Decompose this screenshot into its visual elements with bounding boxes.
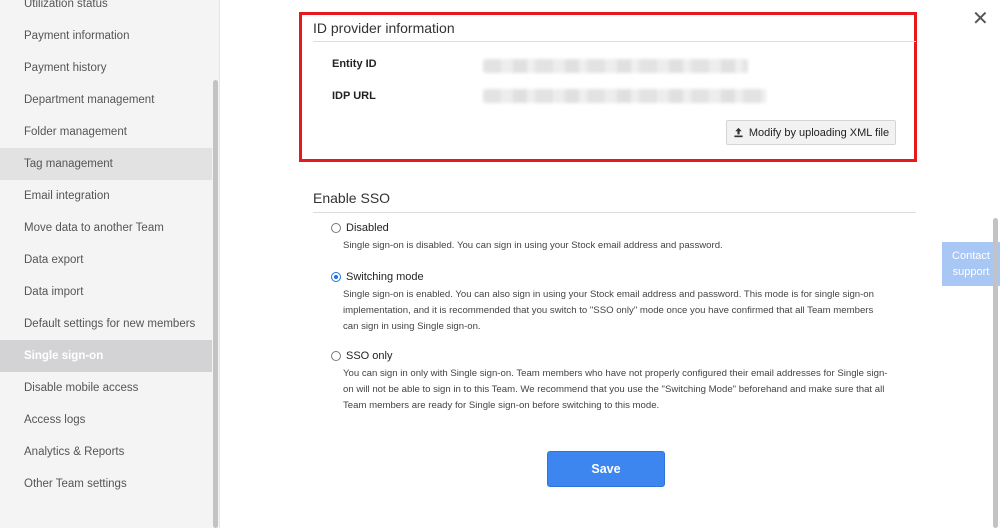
sidebar-item-access-logs[interactable]: Access logs xyxy=(0,404,212,436)
upload-xml-button[interactable]: Modify by uploading XML file xyxy=(726,120,896,145)
sso-option-switching-mode-label: Switching mode xyxy=(346,271,424,283)
entity-id-value-redacted xyxy=(483,59,748,73)
sidebar-item-data-import[interactable]: Data import xyxy=(0,276,212,308)
upload-icon xyxy=(734,127,743,138)
contact-support-line1: Contact xyxy=(952,250,990,262)
sso-option-sso-only[interactable]: SSO only xyxy=(331,350,392,362)
entity-id-label: Entity ID xyxy=(332,58,377,70)
sidebar-item-move-data[interactable]: Move data to another Team xyxy=(0,212,212,244)
idp-section-title: ID provider information xyxy=(313,20,455,36)
radio-disabled[interactable] xyxy=(331,223,341,233)
sso-option-sso-only-label: SSO only xyxy=(346,350,393,362)
sidebar-item-payment-information[interactable]: Payment information xyxy=(0,20,212,52)
sso-option-switching-mode[interactable]: Switching mode xyxy=(331,271,424,283)
idp-divider xyxy=(313,41,916,42)
idp-url-label: IDP URL xyxy=(332,90,376,102)
sidebar: Utilization status Payment information P… xyxy=(0,0,212,528)
sidebar-item-single-sign-on[interactable]: Single sign-on xyxy=(0,340,212,372)
radio-switching-mode[interactable] xyxy=(331,272,341,282)
sidebar-item-other-team-settings[interactable]: Other Team settings xyxy=(0,468,212,500)
sidebar-item-tag-management[interactable]: Tag management xyxy=(0,148,212,180)
save-button[interactable]: Save xyxy=(547,451,665,487)
sso-option-switching-mode-description: Single sign-on is enabled. You can also … xyxy=(343,289,874,332)
sso-option-sso-only-description: You can sign in only with Single sign-on… xyxy=(343,368,888,411)
sidebar-scrollbar-thumb[interactable] xyxy=(213,80,218,528)
sidebar-item-department-management[interactable]: Department management xyxy=(0,84,212,116)
sso-section-title: Enable SSO xyxy=(313,190,391,206)
sso-option-disabled[interactable]: Disabled xyxy=(331,222,389,234)
sso-divider xyxy=(313,212,916,213)
main-scrollbar-thumb[interactable] xyxy=(993,218,998,528)
sidebar-item-payment-history[interactable]: Payment history xyxy=(0,52,212,84)
sidebar-item-utilization-status[interactable]: Utilization status xyxy=(0,0,212,20)
sidebar-item-default-settings[interactable]: Default settings for new members xyxy=(0,308,212,340)
sidebar-item-folder-management[interactable]: Folder management xyxy=(0,116,212,148)
idp-url-value-redacted xyxy=(483,89,766,103)
contact-support-line2: support xyxy=(952,266,990,278)
sidebar-item-data-export[interactable]: Data export xyxy=(0,244,212,276)
sidebar-item-email-integration[interactable]: Email integration xyxy=(0,180,212,212)
sso-option-disabled-label: Disabled xyxy=(346,222,389,234)
sidebar-item-analytics-reports[interactable]: Analytics & Reports xyxy=(0,436,212,468)
close-icon[interactable]: ✕ xyxy=(972,6,989,30)
upload-xml-label: Modify by uploading XML file xyxy=(748,126,890,139)
sso-option-disabled-description: Single sign-on is disabled. You can sign… xyxy=(343,240,723,251)
contact-support-button[interactable]: Contact support xyxy=(942,242,1000,286)
sidebar-item-disable-mobile-access[interactable]: Disable mobile access xyxy=(0,372,212,404)
radio-sso-only[interactable] xyxy=(331,351,341,361)
